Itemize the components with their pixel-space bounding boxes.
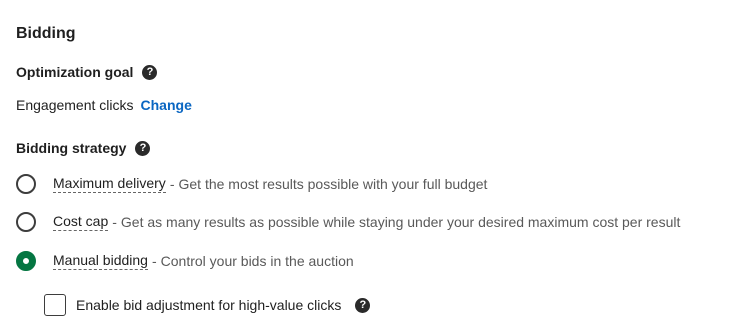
- radio-option-description: Control your bids in the auction: [160, 253, 354, 269]
- optimization-goal-label-row: Optimization goal ?: [16, 64, 158, 80]
- help-icon[interactable]: ?: [142, 64, 158, 80]
- radio-button-selected[interactable]: [16, 251, 36, 271]
- bidding-strategy-label-row: Bidding strategy ?: [16, 140, 151, 156]
- radio-option-cost-cap[interactable]: Cost cap - Get as many results as possib…: [16, 212, 680, 232]
- bid-adjustment-checkbox[interactable]: [44, 294, 66, 316]
- optimization-goal-value-row: Engagement clicks Change: [16, 97, 192, 113]
- radio-option-separator: -: [151, 253, 157, 269]
- optimization-goal-value: Engagement clicks: [16, 97, 134, 113]
- optimization-goal-label: Optimization goal: [16, 64, 134, 80]
- radio-option-description: Get the most results possible with your …: [178, 176, 488, 192]
- radio-option-separator: -: [112, 214, 117, 230]
- help-icon[interactable]: ?: [355, 297, 371, 313]
- radio-option-name: Manual bidding: [53, 252, 148, 270]
- radio-option-manual-bidding[interactable]: Manual bidding - Control your bids in th…: [16, 251, 354, 271]
- radio-option-separator: -: [169, 176, 175, 192]
- bid-adjustment-label[interactable]: Enable bid adjustment for high-value cli…: [76, 297, 341, 313]
- section-title-bidding: Bidding: [16, 25, 76, 42]
- radio-option-description: Get as many results as possible while st…: [120, 214, 681, 230]
- radio-option-maximum-delivery[interactable]: Maximum delivery - Get the most results …: [16, 174, 487, 194]
- help-icon[interactable]: ?: [135, 140, 151, 156]
- radio-button[interactable]: [16, 212, 36, 232]
- bidding-strategy-label: Bidding strategy: [16, 140, 127, 156]
- radio-button[interactable]: [16, 174, 36, 194]
- radio-option-name: Maximum delivery: [53, 175, 166, 193]
- bid-adjustment-row: Enable bid adjustment for high-value cli…: [44, 294, 371, 316]
- radio-option-name: Cost cap: [53, 213, 109, 231]
- change-goal-link[interactable]: Change: [141, 97, 192, 113]
